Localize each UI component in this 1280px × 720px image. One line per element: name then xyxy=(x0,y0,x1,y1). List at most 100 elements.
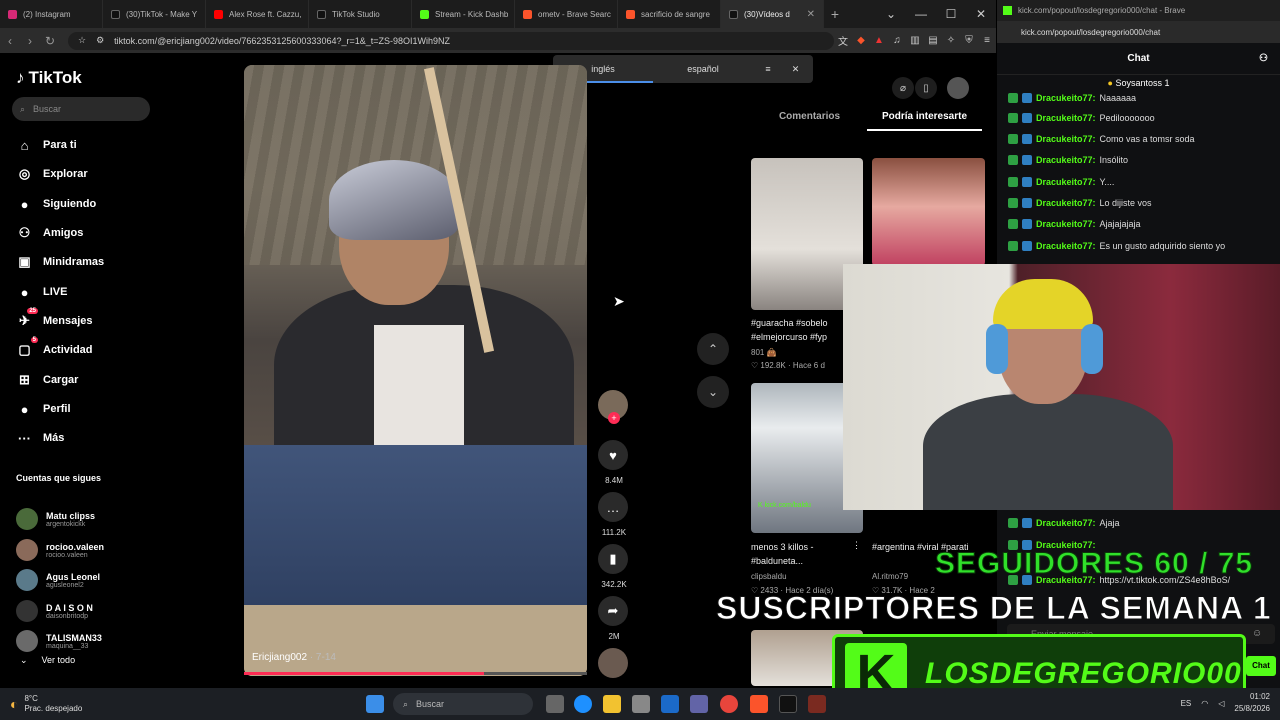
weather-widget[interactable]: ◐ 8°C Prac. despejado xyxy=(10,694,82,714)
previous-video-button[interactable]: ⌃ xyxy=(697,333,729,365)
tab-comments[interactable]: Comentarios xyxy=(752,103,867,131)
sidebar-item[interactable]: ✈ 25 Mensajes xyxy=(16,307,93,331)
close-window-button[interactable]: ✕ xyxy=(966,7,996,21)
browser-tab[interactable]: Stream - Kick Dashb xyxy=(412,0,515,28)
chat-username[interactable]: Dracukeito77: xyxy=(1036,134,1096,144)
save-button[interactable]: ▮ 342.2K xyxy=(598,544,630,589)
close-tab-icon[interactable]: ✕ xyxy=(807,9,815,20)
outlook-icon[interactable] xyxy=(661,695,679,713)
video-caption[interactable]: Ericjiang002 · 7-14 xyxy=(252,652,336,663)
like-button[interactable]: ♥ 8.4M xyxy=(598,440,630,485)
wifi-icon[interactable]: ◠ xyxy=(1201,699,1208,708)
sidebar-item[interactable]: ▣ Minidramas xyxy=(16,252,104,272)
followed-account[interactable]: TALISMAN33 maquina__33 xyxy=(16,628,102,654)
tab-recommended[interactable]: Podría interesarte xyxy=(867,103,982,131)
vpn-icon[interactable]: ⛨ xyxy=(960,35,978,46)
sidebar-item[interactable]: ◎ Explorar xyxy=(16,164,88,184)
followed-account[interactable]: Matu clipss argentokickk xyxy=(16,506,95,532)
teams-icon[interactable] xyxy=(690,695,708,713)
topic-icon[interactable]: ⌀ xyxy=(892,77,914,99)
brave-shield-icon[interactable]: ◆ xyxy=(852,35,870,46)
maximize-button[interactable]: ☐ xyxy=(936,7,966,21)
next-video-button[interactable]: ⌄ xyxy=(697,376,729,408)
rec-caption[interactable]: menos 3 killos - #balduneta... xyxy=(751,540,851,568)
sidebar-item[interactable]: ⚇ Amigos xyxy=(16,223,84,243)
brave-taskbar-icon[interactable] xyxy=(750,695,768,713)
chat-username[interactable]: Dracukeito77: xyxy=(1036,518,1096,528)
forward-icon[interactable]: › xyxy=(20,34,40,48)
sidebar-item[interactable]: ⌂ Para ti xyxy=(16,135,77,155)
emoji-icon[interactable]: ☺ xyxy=(1252,628,1262,639)
browser-tab[interactable]: sacrificio de sangre xyxy=(618,0,721,28)
sidebar-item[interactable]: ● Siguiendo xyxy=(16,194,97,214)
chat-username[interactable]: Dracukeito77: xyxy=(1036,155,1096,165)
chat-send-button[interactable]: Chat xyxy=(1246,656,1276,676)
rec-caption[interactable]: #guaracha #sobelo #elmejorcurso #fyp xyxy=(751,316,846,344)
task-view-icon[interactable] xyxy=(546,695,564,713)
chat-username[interactable]: Dracukeito77: xyxy=(1036,198,1096,208)
translate-menu-icon[interactable]: ≡ xyxy=(753,64,783,74)
sidebar-item[interactable]: ● Perfil xyxy=(16,399,71,419)
extensions-icon[interactable]: ✧ xyxy=(942,35,960,46)
browser-tab[interactable]: Alex Rose ft. Cazzu, xyxy=(206,0,309,28)
translate-to-option[interactable]: español xyxy=(653,64,753,74)
follow-plus-icon[interactable]: + xyxy=(608,412,620,424)
more-options-icon[interactable]: ⋮ xyxy=(852,540,861,551)
browser-tab[interactable]: ometv - Brave Searc xyxy=(515,0,618,28)
sidebar-item[interactable]: ⊞ Cargar xyxy=(16,370,78,390)
search-input[interactable]: ⌕ Buscar xyxy=(12,97,150,121)
sidebar-item[interactable]: ● LIVE xyxy=(16,282,68,302)
wallet-icon[interactable]: ▤ xyxy=(924,35,942,46)
share-button[interactable]: ➦ 2M xyxy=(598,596,630,641)
chrome-icon[interactable] xyxy=(720,695,738,713)
address-bar[interactable]: ☆ ⚙ tiktok.com/@ericjiang002/video/76623… xyxy=(68,31,834,50)
translate-icon[interactable]: 文 xyxy=(834,33,852,48)
back-icon[interactable]: ‹ xyxy=(0,34,20,48)
sidebar-icon[interactable]: ▥ xyxy=(906,35,924,46)
tiktok-taskbar-icon[interactable] xyxy=(779,695,797,713)
bookmark-icon[interactable]: ☆ xyxy=(78,35,86,46)
users-icon[interactable]: ⚇ xyxy=(1259,53,1268,64)
followed-account[interactable]: rocioo.valeen rocioo.valeen xyxy=(16,537,104,563)
video-author[interactable]: Ericjiang002 xyxy=(252,652,307,663)
reload-icon[interactable]: ↻ xyxy=(40,34,60,48)
chat-username[interactable]: Dracukeito77: xyxy=(1036,219,1096,229)
browser-tab-active[interactable]: (30)Vídeos d ✕ xyxy=(721,0,824,28)
new-tab-button[interactable]: + xyxy=(824,6,846,22)
tiktok-logo[interactable]: ♪ TikTok xyxy=(16,68,82,88)
mobile-icon[interactable]: ▯ xyxy=(915,77,937,99)
sound-disc[interactable] xyxy=(598,648,630,678)
brave-rewards-icon[interactable]: ▲ xyxy=(870,35,888,46)
chat-username[interactable]: Dracukeito77: xyxy=(1036,113,1096,123)
kick-address-bar[interactable]: kick.com/popout/losdegregorio000/chat xyxy=(997,21,1280,43)
chat-username[interactable]: Dracukeito77: xyxy=(1036,177,1096,187)
sidebar-item[interactable]: ··· Más xyxy=(16,428,64,448)
sidebar-item[interactable]: ▢ 5 Actividad xyxy=(16,336,93,360)
rec-thumbnail[interactable] xyxy=(872,158,985,266)
site-info-icon[interactable]: ⚙ xyxy=(96,35,104,46)
translate-close-icon[interactable]: ✕ xyxy=(783,64,808,75)
comment-button[interactable]: … 111.2K xyxy=(598,492,630,537)
chat-username[interactable]: Dracukeito77: xyxy=(1036,93,1096,103)
creator-avatar[interactable]: + xyxy=(598,390,630,432)
file-explorer-icon[interactable] xyxy=(603,695,621,713)
edge-icon[interactable] xyxy=(574,695,592,713)
taskbar-search[interactable]: ⌕ Buscar xyxy=(393,693,533,715)
tab-search-icon[interactable]: ⌄ xyxy=(876,7,906,21)
see-all-link[interactable]: ⌄ Ver todo xyxy=(20,655,75,666)
minimize-button[interactable]: — xyxy=(906,7,936,21)
followed-account[interactable]: D A I S O Ndaisonbritodp xyxy=(16,598,93,624)
menu-icon[interactable]: ≡ xyxy=(978,35,996,46)
browser-tab[interactable]: TikTok Studio xyxy=(309,0,412,28)
followed-account[interactable]: Agus Leonel agusleonel2 xyxy=(16,567,100,593)
rec-author[interactable]: clipsbaldu xyxy=(751,572,787,581)
start-icon[interactable] xyxy=(366,695,384,713)
rec-author[interactable]: Al.ritmo79 xyxy=(872,572,908,581)
volume-icon[interactable]: ◁ xyxy=(1218,699,1224,708)
music-icon[interactable]: ♫ xyxy=(888,35,906,46)
browser-tab[interactable]: (30)TikTok - Make Y xyxy=(103,0,206,28)
store-icon[interactable] xyxy=(632,695,650,713)
user-avatar[interactable] xyxy=(947,77,969,99)
clock[interactable]: 01:02 25/8/2026 xyxy=(1234,691,1270,715)
chat-username[interactable]: Dracukeito77: xyxy=(1036,241,1096,251)
